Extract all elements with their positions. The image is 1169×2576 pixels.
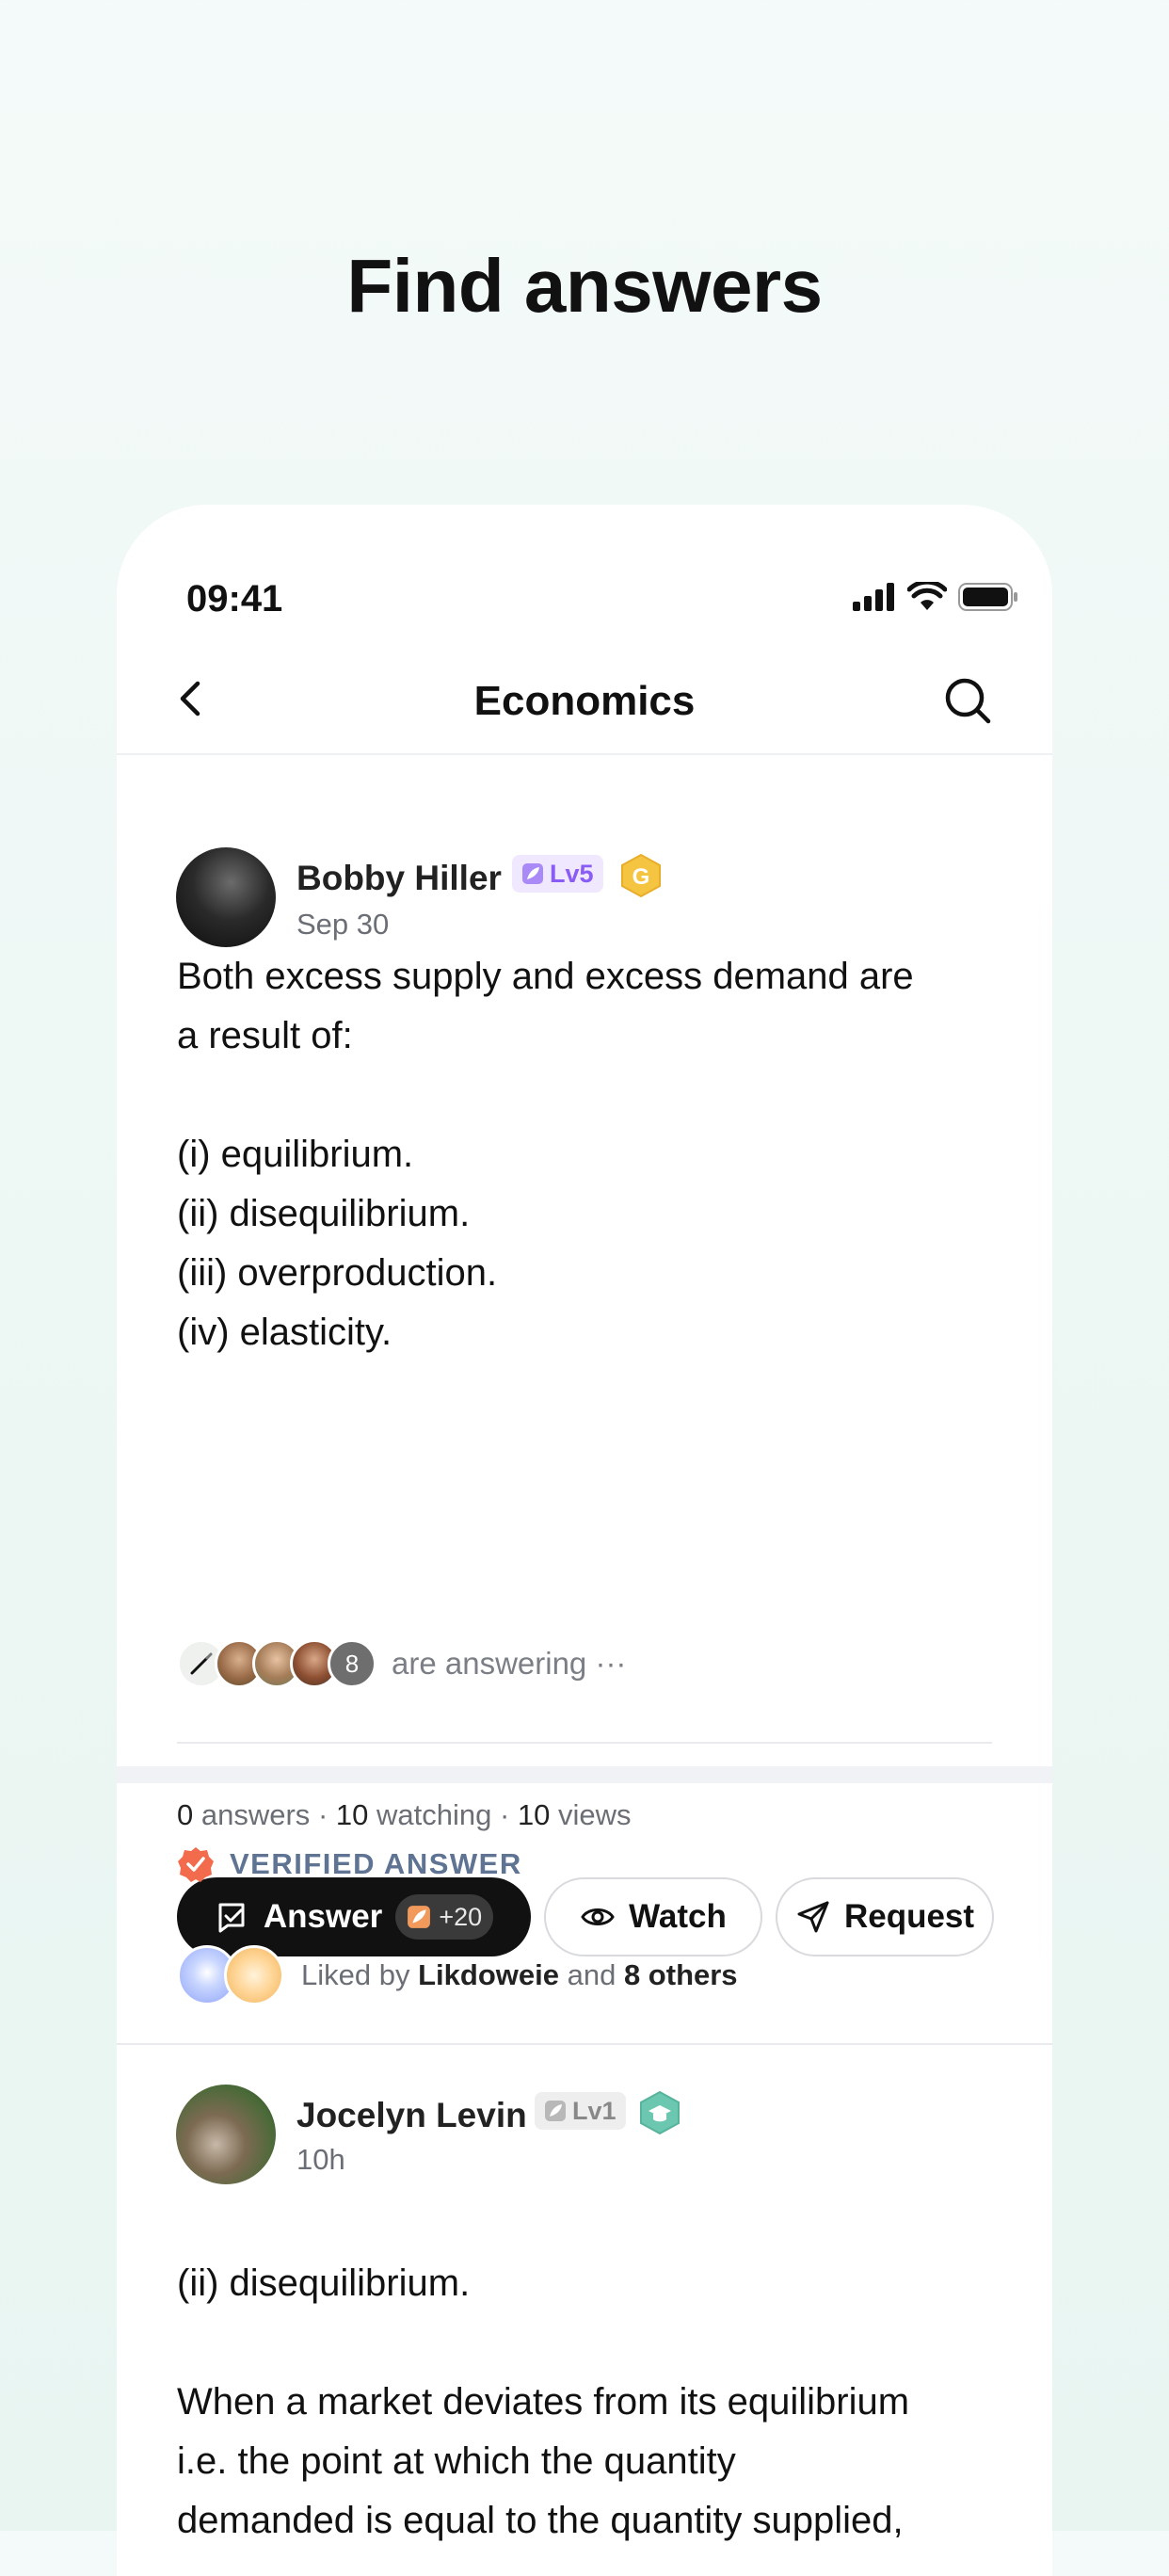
eye-icon bbox=[581, 1908, 615, 1925]
answers-label: answers bbox=[200, 1798, 311, 1831]
question-text: Both excess supply and excess demand are… bbox=[177, 947, 1005, 1362]
leaf-icon bbox=[545, 2101, 566, 2121]
avatar[interactable] bbox=[176, 847, 276, 947]
watching-count: 10 bbox=[335, 1798, 369, 1831]
level-label: Lv5 bbox=[550, 859, 594, 888]
question-line: a result of: bbox=[177, 1015, 353, 1056]
views-count: 10 bbox=[517, 1798, 551, 1831]
level-badge: Lv5 bbox=[512, 855, 603, 893]
signal-icon bbox=[853, 583, 894, 611]
answer-time: 10h bbox=[296, 2143, 345, 2176]
answering-count: 8 bbox=[328, 1639, 376, 1688]
verified-badge-icon bbox=[178, 1847, 214, 1882]
answer-line: When a market deviates from its equilibr… bbox=[177, 2381, 910, 2423]
request-button[interactable]: Request bbox=[776, 1877, 994, 1956]
watch-button-label: Watch bbox=[629, 1898, 727, 1935]
question-line: (ii) disequilibrium. bbox=[177, 1193, 471, 1234]
section-separator bbox=[117, 1766, 1052, 1783]
answering-text: are answering ··· bbox=[392, 1646, 627, 1681]
question-author[interactable]: Bobby Hiller bbox=[296, 859, 502, 898]
question-line: (iv) elasticity. bbox=[177, 1312, 392, 1353]
rank-badge-letter: G bbox=[633, 864, 650, 890]
gold-rank-badge-icon: G bbox=[621, 853, 661, 898]
answer-line: (ii) disequilibrium. bbox=[177, 2262, 471, 2304]
question-line: (i) equilibrium. bbox=[177, 1134, 414, 1175]
liked-others: 8 others bbox=[623, 1958, 738, 1991]
question-date: Sep 30 bbox=[296, 908, 390, 941]
liker-avatar bbox=[224, 1945, 284, 2005]
answer-line: i.e. the point at which the quantity bbox=[177, 2440, 736, 2482]
divider bbox=[117, 2043, 1052, 2045]
answers-count: 0 bbox=[177, 1798, 194, 1831]
question-gap bbox=[177, 1066, 1005, 1125]
leaf-icon bbox=[408, 1906, 431, 1928]
leaf-icon bbox=[522, 863, 543, 884]
verified-answer-header: VERIFIED ANSWER bbox=[177, 1845, 522, 1883]
answer-text: (ii) disequilibrium. When a market devia… bbox=[177, 2254, 1005, 2551]
phone-frame: 09:41 Economics Bobby Hiller Lv5 G Sep 3… bbox=[117, 505, 1052, 2576]
status-bar: 09:41 bbox=[117, 542, 1052, 620]
question-line: (iii) overproduction. bbox=[177, 1252, 498, 1294]
liked-by-row[interactable]: Liked by Likdoweie and 8 others bbox=[177, 1945, 738, 2005]
liked-by-text: Liked by Likdoweie and 8 others bbox=[301, 1958, 738, 1992]
question-card: Bobby Hiller Lv5 G Sep 30 Both excess su… bbox=[117, 755, 1052, 1956]
page-title: Economics bbox=[473, 678, 696, 724]
status-icons bbox=[853, 582, 1018, 612]
answer-points-badge: +20 bbox=[395, 1894, 494, 1940]
level-badge: Lv1 bbox=[535, 2092, 626, 2130]
answer-icon bbox=[218, 1903, 245, 1933]
liked-prefix: Liked by bbox=[301, 1958, 410, 1991]
status-time: 09:41 bbox=[186, 578, 283, 620]
question-stats: 0 answers · 10 watching · 10 views bbox=[177, 1798, 632, 1832]
liked-and: and bbox=[567, 1958, 617, 1991]
answer-points: +20 bbox=[439, 1902, 483, 1931]
answer-button-label: Answer bbox=[263, 1898, 383, 1935]
liked-user: Likdoweie bbox=[418, 1958, 559, 1991]
stats-separator: · bbox=[499, 1798, 510, 1831]
avatar[interactable] bbox=[176, 2085, 276, 2184]
divider bbox=[177, 1742, 992, 1744]
answer-line: demanded is equal to the quantity suppli… bbox=[177, 2500, 904, 2541]
stats-separator: · bbox=[317, 1798, 328, 1831]
nav-bar: Economics bbox=[117, 644, 1052, 755]
question-line: Both excess supply and excess demand are bbox=[177, 956, 914, 997]
watching-label: watching bbox=[376, 1798, 492, 1831]
battery-icon bbox=[958, 583, 1017, 611]
search-icon[interactable] bbox=[941, 674, 994, 727]
level-label: Lv1 bbox=[572, 2096, 617, 2125]
graduate-badge-icon bbox=[640, 2090, 680, 2135]
answer-gap bbox=[177, 2313, 1005, 2373]
wifi-icon bbox=[907, 582, 947, 610]
views-label: views bbox=[558, 1798, 632, 1831]
answer-author[interactable]: Jocelyn Levin bbox=[296, 2096, 527, 2135]
headline: Find answers bbox=[346, 244, 823, 328]
verified-label: VERIFIED ANSWER bbox=[230, 1847, 522, 1880]
request-button-label: Request bbox=[843, 1898, 975, 1935]
send-icon bbox=[797, 1901, 829, 1933]
answering-row[interactable]: 8 are answering ··· bbox=[177, 1638, 626, 1689]
